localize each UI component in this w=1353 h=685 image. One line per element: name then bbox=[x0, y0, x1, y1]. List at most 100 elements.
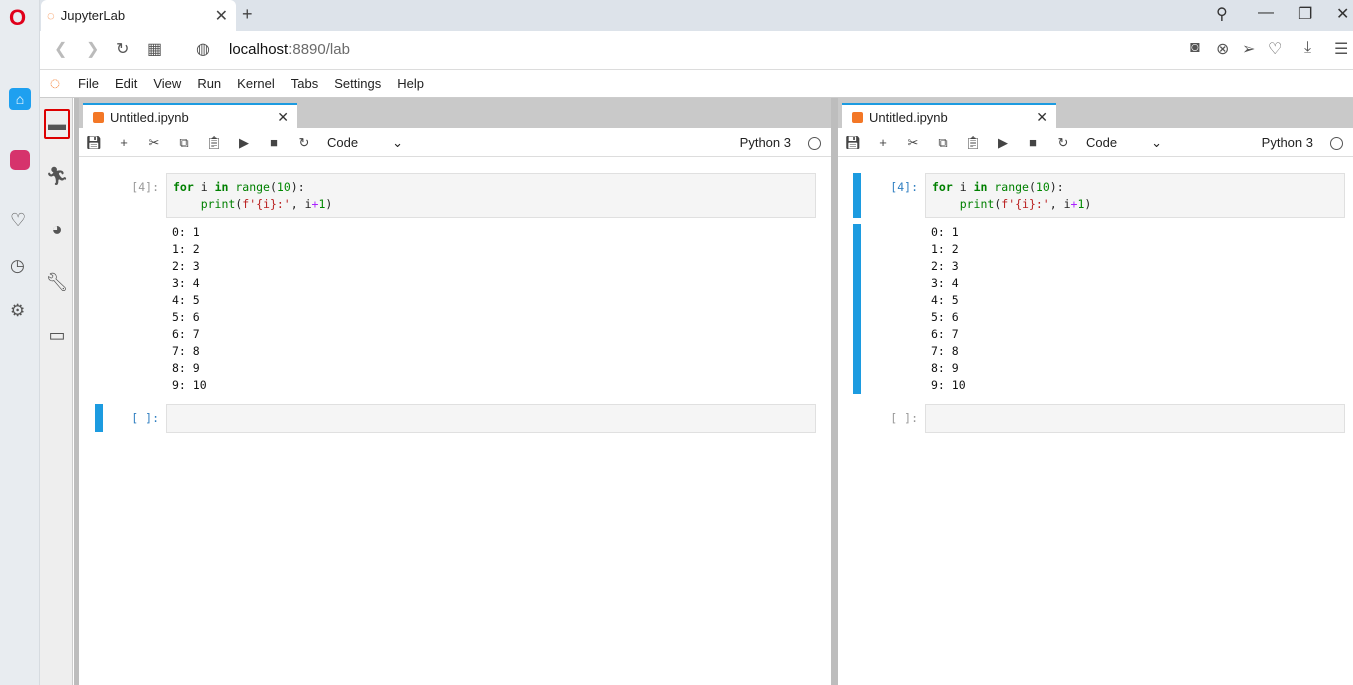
reload-icon[interactable]: ↻ bbox=[116, 39, 129, 59]
palette-icon[interactable]: ◕ bbox=[44, 214, 70, 244]
close-doc-icon[interactable]: ✕ bbox=[1036, 109, 1048, 126]
output-line: 5: 6 bbox=[931, 310, 959, 324]
close-doc-icon[interactable]: ✕ bbox=[277, 109, 289, 126]
kernel-status-icon bbox=[1330, 137, 1343, 150]
main-dock-area: Untitled.ipynb ✕ 💾︎ + ✂ ⧉ 📋︎ ▶ ■ ↻ Code … bbox=[74, 98, 1353, 685]
output-line: 3: 4 bbox=[931, 276, 959, 290]
menu-kernel[interactable]: Kernel bbox=[229, 76, 283, 91]
address-bar: ❮ ❯ ↻ ▦ ◍ localhost:8890/lab ◙ ⊗ ➢ ♡ ⤓ ☰ bbox=[40, 31, 1353, 70]
copy-icon[interactable]: ⧉ bbox=[169, 135, 199, 151]
kernel-name[interactable]: Python 3 bbox=[1262, 135, 1313, 150]
output-line: 7: 8 bbox=[172, 344, 200, 358]
bookmarks-heart-icon[interactable]: ♡ bbox=[10, 210, 26, 231]
notebook-icon bbox=[93, 112, 104, 123]
empty-cell-editor[interactable] bbox=[166, 404, 816, 433]
code-cell-prompt: [4]: bbox=[890, 180, 918, 194]
panel-tabbar: Untitled.ipynb ✕ bbox=[79, 98, 831, 130]
stop-icon[interactable]: ■ bbox=[1018, 135, 1048, 150]
search-icon[interactable]: ⚲ bbox=[1216, 4, 1228, 24]
save-icon[interactable]: 💾︎ bbox=[79, 135, 109, 151]
panel-tabbar: Untitled.ipynb ✕ bbox=[838, 98, 1353, 130]
wrench-icon[interactable]: 🔧︎ bbox=[44, 267, 70, 297]
notebook-doc-tab[interactable]: Untitled.ipynb ✕ bbox=[842, 103, 1056, 130]
opera-sidebar: O ⌂ ♡ ◷ ⚙ bbox=[0, 0, 40, 685]
cell-type-select[interactable]: Code ⌄ bbox=[1086, 135, 1162, 151]
close-tab-icon[interactable]: ✕ bbox=[215, 6, 228, 26]
instagram-icon[interactable] bbox=[10, 150, 30, 170]
notebook-tab-title: Untitled.ipynb bbox=[110, 110, 189, 125]
back-icon[interactable]: ❮ bbox=[54, 39, 67, 59]
code-cell-prompt: [4]: bbox=[131, 180, 159, 194]
running-kernels-icon[interactable]: 🏃︎ bbox=[44, 161, 70, 191]
add-cell-icon[interactable]: + bbox=[868, 135, 898, 150]
globe-icon: ◍ bbox=[196, 41, 210, 58]
cell-type-select[interactable]: Code ⌄ bbox=[327, 135, 403, 151]
chevron-down-icon: ⌄ bbox=[392, 134, 403, 150]
close-window-icon[interactable]: ✕ bbox=[1336, 4, 1349, 24]
browser-tab[interactable]: ◌ JupyterLab ✕ bbox=[41, 0, 236, 31]
copy-icon[interactable]: ⧉ bbox=[928, 135, 958, 151]
snapshot-icon[interactable]: ◙ bbox=[1190, 39, 1200, 57]
output-collapser[interactable] bbox=[853, 224, 861, 394]
bookmark-heart-icon[interactable]: ♡ bbox=[1268, 39, 1282, 59]
cut-icon[interactable]: ✂ bbox=[139, 135, 169, 151]
cut-icon[interactable]: ✂ bbox=[898, 135, 928, 151]
run-icon[interactable]: ▶ bbox=[988, 135, 1018, 151]
browser-tabstrip: ◌ JupyterLab ✕ + ⚲ — ❐ ✕ bbox=[40, 0, 1353, 31]
restart-icon[interactable]: ↻ bbox=[1048, 135, 1078, 151]
notebook-doc-tab[interactable]: Untitled.ipynb ✕ bbox=[83, 103, 297, 130]
download-icon[interactable]: ⤓ bbox=[1304, 39, 1311, 57]
menu-run[interactable]: Run bbox=[189, 76, 229, 91]
speed-dial-icon[interactable]: ⌂ bbox=[9, 88, 31, 110]
restore-icon[interactable]: ❐ bbox=[1298, 4, 1312, 24]
menu-edit[interactable]: Edit bbox=[107, 76, 145, 91]
code-cell-editor[interactable]: for i in range(10): print(f'{i}:', i+1) bbox=[166, 173, 816, 218]
add-cell-icon[interactable]: + bbox=[109, 135, 139, 150]
forward-icon[interactable]: ❯ bbox=[86, 39, 99, 59]
output-line: 7: 8 bbox=[931, 344, 959, 358]
minimize-icon[interactable]: — bbox=[1258, 4, 1274, 22]
restart-icon[interactable]: ↻ bbox=[289, 135, 319, 151]
jupyter-favicon-icon: ◌ bbox=[47, 8, 55, 23]
menu-file[interactable]: File bbox=[70, 76, 107, 91]
empty-cell-prompt: [ ]: bbox=[131, 411, 159, 425]
adblock-icon[interactable]: ⊗ bbox=[1216, 39, 1229, 59]
output-line: 2: 3 bbox=[931, 259, 959, 273]
jupyter-menubar: ◌ File Edit View Run Kernel Tabs Setting… bbox=[40, 70, 1353, 98]
url-field[interactable]: localhost:8890/lab bbox=[229, 41, 350, 58]
panel-splitter[interactable] bbox=[831, 98, 838, 685]
paste-icon[interactable]: 📋︎ bbox=[199, 135, 229, 151]
tabs-grid-icon[interactable]: ▦ bbox=[147, 39, 162, 59]
menu-settings[interactable]: Settings bbox=[326, 76, 389, 91]
save-icon[interactable]: 💾︎ bbox=[838, 135, 868, 151]
menu-tabs[interactable]: Tabs bbox=[283, 76, 326, 91]
chevron-down-icon: ⌄ bbox=[1151, 134, 1162, 150]
jupyter-left-sidebar: ▬ 🏃︎ ◕ 🔧︎ ▭ bbox=[40, 98, 73, 685]
new-tab-icon[interactable]: + bbox=[242, 4, 253, 25]
url-host: localhost bbox=[229, 41, 289, 58]
output-line: 1: 2 bbox=[931, 242, 959, 256]
kernel-name[interactable]: Python 3 bbox=[740, 135, 791, 150]
output-line: 4: 5 bbox=[172, 293, 200, 307]
code-line-2: print(f'{i}:', i+1) bbox=[959, 197, 1092, 211]
opera-logo[interactable]: O bbox=[9, 5, 26, 31]
output-line: 6: 7 bbox=[931, 327, 959, 341]
run-icon[interactable]: ▶ bbox=[229, 135, 259, 151]
notebook-panel-left: Untitled.ipynb ✕ 💾︎ + ✂ ⧉ 📋︎ ▶ ■ ↻ Code … bbox=[79, 98, 831, 685]
empty-cell-editor[interactable] bbox=[925, 404, 1345, 433]
menu-view[interactable]: View bbox=[145, 76, 189, 91]
settings-gear-icon[interactable]: ⚙ bbox=[10, 301, 25, 321]
jupyter-logo-icon: ◌ bbox=[49, 73, 61, 93]
output-line: 4: 5 bbox=[931, 293, 959, 307]
tabs-list-icon[interactable]: ▭ bbox=[44, 320, 70, 350]
output-line: 0: 1 bbox=[172, 225, 200, 239]
history-clock-icon[interactable]: ◷ bbox=[10, 256, 25, 276]
output-line: 5: 6 bbox=[172, 310, 200, 324]
menu-help[interactable]: Help bbox=[389, 76, 432, 91]
easy-setup-icon[interactable]: ☰ bbox=[1334, 39, 1348, 59]
paste-icon[interactable]: 📋︎ bbox=[958, 135, 988, 151]
file-browser-folder-icon[interactable]: ▬ bbox=[44, 109, 70, 139]
send-icon[interactable]: ➢ bbox=[1242, 39, 1255, 59]
code-cell-editor[interactable]: for i in range(10): print(f'{i}:', i+1) bbox=[925, 173, 1345, 218]
stop-icon[interactable]: ■ bbox=[259, 135, 289, 150]
